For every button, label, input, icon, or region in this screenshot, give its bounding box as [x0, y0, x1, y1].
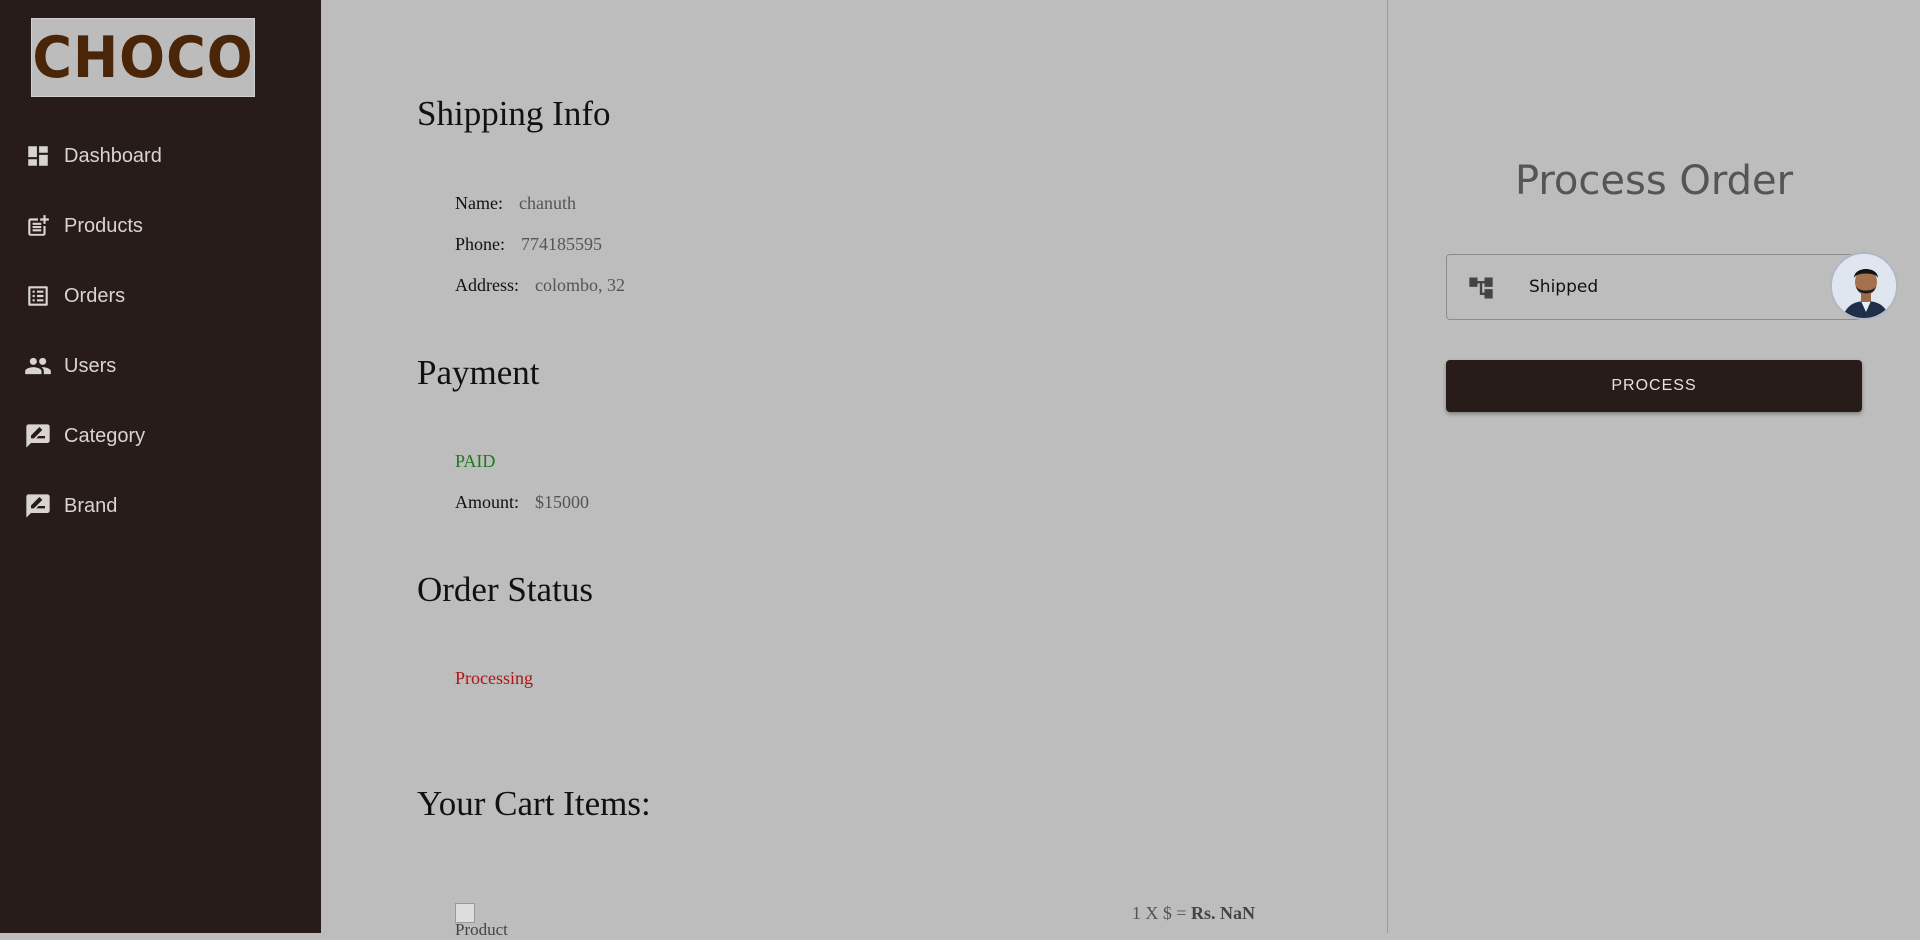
sidebar-item-label: Dashboard — [64, 144, 162, 167]
phone-label: Phone: — [455, 234, 506, 254]
name-label: Name: — [455, 193, 503, 213]
cart-item-price: 1 X $ = Rs. NaN — [1132, 903, 1255, 924]
sidebar-item-label: Orders — [64, 284, 126, 307]
sidebar-item-label: Users — [64, 354, 117, 377]
order-status-value: Processing — [455, 668, 533, 688]
post-add-icon — [24, 212, 52, 240]
phone-value: 774185595 — [521, 234, 603, 254]
status-select-value: Shipped — [1529, 277, 1599, 297]
sidebar-item-users[interactable]: Users — [24, 346, 116, 386]
order-status-title: Order Status — [417, 570, 593, 609]
cart-item-total: Rs. NaN — [1190, 903, 1255, 923]
account-tree-icon — [1467, 274, 1495, 302]
sidebar-item-brand[interactable]: Brand — [24, 486, 117, 526]
shipping-phone-row: Phone: 774185595 — [455, 234, 602, 255]
rate-review-icon — [24, 492, 52, 520]
choco-logo[interactable]: CHOCO — [31, 18, 255, 97]
order-details: Shipping Info Name: chanuth Phone: 7741855… — [321, 0, 1387, 939]
shipping-name-row: Name: chanuth — [455, 193, 576, 214]
payment-amount-row: Amount: $15000 — [455, 492, 589, 513]
sidebar-item-category[interactable]: Category — [24, 416, 145, 456]
sidebar-item-products[interactable]: Products — [24, 206, 143, 246]
process-order-panel: Process Order Shipped PROCESS — [1388, 0, 1920, 933]
name-value: chanuth — [518, 193, 576, 213]
logo-text: CHOCO — [32, 24, 254, 91]
shipping-info-title: Shipping Info — [417, 94, 611, 133]
cart-item-qty: 1 X $ = — [1131, 903, 1187, 923]
sidebar-item-label: Products — [64, 214, 143, 237]
shipping-address-row: Address: colombo, 32 — [455, 275, 625, 296]
list-alt-icon — [24, 282, 52, 310]
amount-label: Amount: — [455, 492, 520, 512]
cart-items-title: Your Cart Items: — [417, 784, 651, 823]
sidebar-item-dashboard[interactable]: Dashboard — [24, 136, 162, 176]
product-image-alt: Product — [455, 920, 508, 939]
process-order-title: Process Order — [1514, 158, 1794, 204]
process-button[interactable]: PROCESS — [1446, 360, 1862, 412]
sidebar-item-label: Category — [64, 424, 146, 447]
payment-title: Payment — [417, 353, 540, 392]
sidebar: CHOCO Dashboard Products Orders Users Ca… — [0, 0, 321, 933]
address-value: colombo, 32 — [535, 275, 625, 295]
address-label: Address: — [455, 275, 519, 295]
sidebar-item-label: Brand — [64, 494, 118, 517]
sidebar-item-orders[interactable]: Orders — [24, 276, 125, 316]
payment-status: PAID — [455, 451, 496, 471]
dashboard-icon — [24, 142, 52, 170]
people-icon — [24, 352, 52, 380]
rate-review-icon — [24, 422, 52, 450]
status-select[interactable]: Shipped — [1446, 254, 1862, 320]
amount-value: $15000 — [535, 492, 590, 512]
cart-item: Product 1 X $ = Rs. NaN — [455, 903, 1255, 939]
avatar[interactable] — [1830, 252, 1898, 320]
